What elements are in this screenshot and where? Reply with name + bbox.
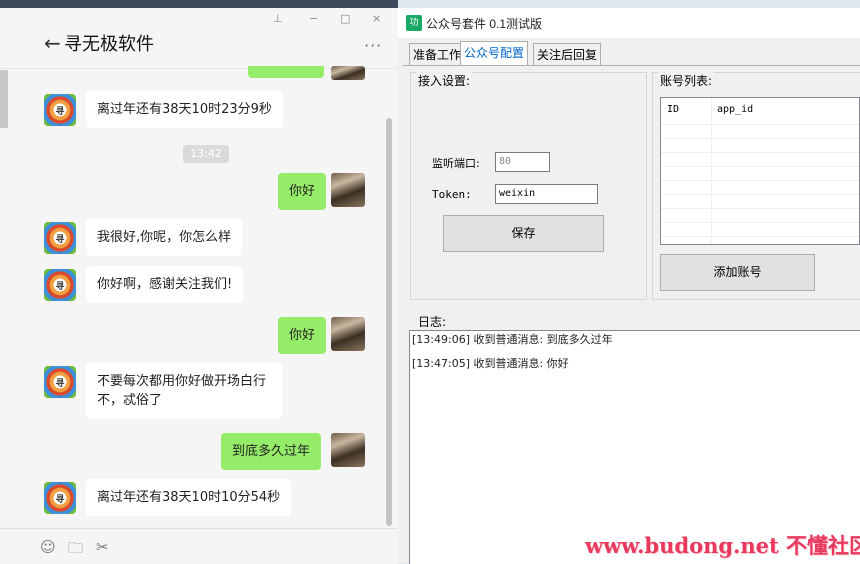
row-divider: [661, 208, 859, 209]
message-bubble: 到底多久过年: [221, 433, 322, 470]
avatar-glyph: 寻: [55, 378, 65, 389]
bot-avatar[interactable]: 寻: [44, 366, 76, 398]
maximize-icon[interactable]: □: [340, 12, 350, 25]
app-title: 公众号套件 0.1测试版: [426, 17, 543, 31]
tab-account-config[interactable]: 公众号配置: [460, 41, 529, 66]
avatar-glyph: 寻: [55, 494, 65, 505]
bot-avatar[interactable]: 寻: [44, 482, 76, 514]
row-divider: [661, 138, 859, 139]
port-label: 监听端口:: [432, 157, 480, 170]
save-button[interactable]: 保存: [443, 215, 604, 252]
add-account-button[interactable]: 添加账号: [660, 254, 815, 291]
avatar-glyph: 寻: [55, 281, 65, 292]
log-label: 日志:: [418, 315, 447, 329]
token-input[interactable]: weixin: [495, 184, 598, 204]
message-bubble: 离过年还有38天10时10分54秒: [86, 479, 292, 516]
log-line: [13:47:05] 收到普通消息: 你好: [412, 357, 569, 370]
message-bubble: 你好: [278, 173, 327, 210]
app-logo-icon: 功: [406, 15, 422, 31]
minimize-icon[interactable]: −: [309, 12, 318, 25]
row-divider: [661, 152, 859, 153]
my-avatar[interactable]: [331, 173, 365, 207]
row-divider: [661, 222, 859, 223]
message-bubble: 你好啊，感谢关注我们!: [86, 266, 244, 303]
my-avatar: [331, 66, 365, 80]
port-input[interactable]: 80: [495, 152, 550, 172]
chat-title: 寻无极软件: [64, 34, 154, 55]
bot-avatar[interactable]: 寻: [44, 222, 76, 254]
row-divider: [661, 124, 859, 125]
row-divider: [661, 166, 859, 167]
folder-icon[interactable]: 🗀: [68, 538, 83, 563]
column-header-app-id[interactable]: app_id: [717, 104, 753, 115]
more-options-icon[interactable]: ···: [364, 36, 382, 55]
message-bubble-partial: [248, 66, 324, 78]
column-header-id[interactable]: ID: [667, 104, 679, 115]
bot-avatar[interactable]: 寻: [44, 94, 76, 126]
access-settings-title: 接入设置:: [416, 72, 473, 89]
log-line: [13:49:06] 收到普通消息: 到底多久过年: [412, 333, 613, 346]
my-avatar[interactable]: [331, 317, 365, 351]
message-bubble: 你好: [278, 317, 327, 354]
emoji-icon[interactable]: ☺: [40, 538, 56, 556]
row-divider: [661, 180, 859, 181]
account-table[interactable]: ID app_id: [660, 97, 860, 245]
message-bubble: 我很好,你呢，你怎么样: [86, 219, 243, 256]
row-divider: [661, 194, 859, 195]
tab-prepare[interactable]: 准备工作: [409, 43, 466, 66]
chat-scrollbar[interactable]: [386, 118, 392, 526]
account-list-title: 账号列表:: [658, 72, 715, 89]
back-arrow-icon[interactable]: ←: [44, 31, 61, 55]
bot-avatar[interactable]: 寻: [44, 269, 76, 301]
pin-icon[interactable]: ⊥: [273, 12, 283, 25]
timestamp-chip: 13:42: [183, 145, 229, 163]
avatar-glyph: 寻: [55, 106, 65, 117]
scissors-icon[interactable]: ✂: [96, 538, 109, 556]
message-bubble: 不要每次都用你好做开场白行不，忒俗了: [86, 363, 282, 419]
my-avatar[interactable]: [331, 433, 365, 467]
site-watermark: www.budong.net 不懂社区: [585, 533, 860, 558]
message-bubble: 离过年还有38天10时23分9秒: [86, 91, 283, 128]
row-divider: [661, 236, 859, 237]
tab-follow-reply[interactable]: 关注后回复: [533, 43, 602, 66]
close-icon[interactable]: ×: [372, 12, 381, 25]
desktop-strip: [0, 0, 398, 8]
chat-input-toolbar: [0, 528, 398, 564]
sidebar-scroll-thumb[interactable]: [0, 70, 8, 128]
avatar-glyph: 寻: [55, 234, 65, 245]
token-label: Token:: [432, 188, 472, 201]
